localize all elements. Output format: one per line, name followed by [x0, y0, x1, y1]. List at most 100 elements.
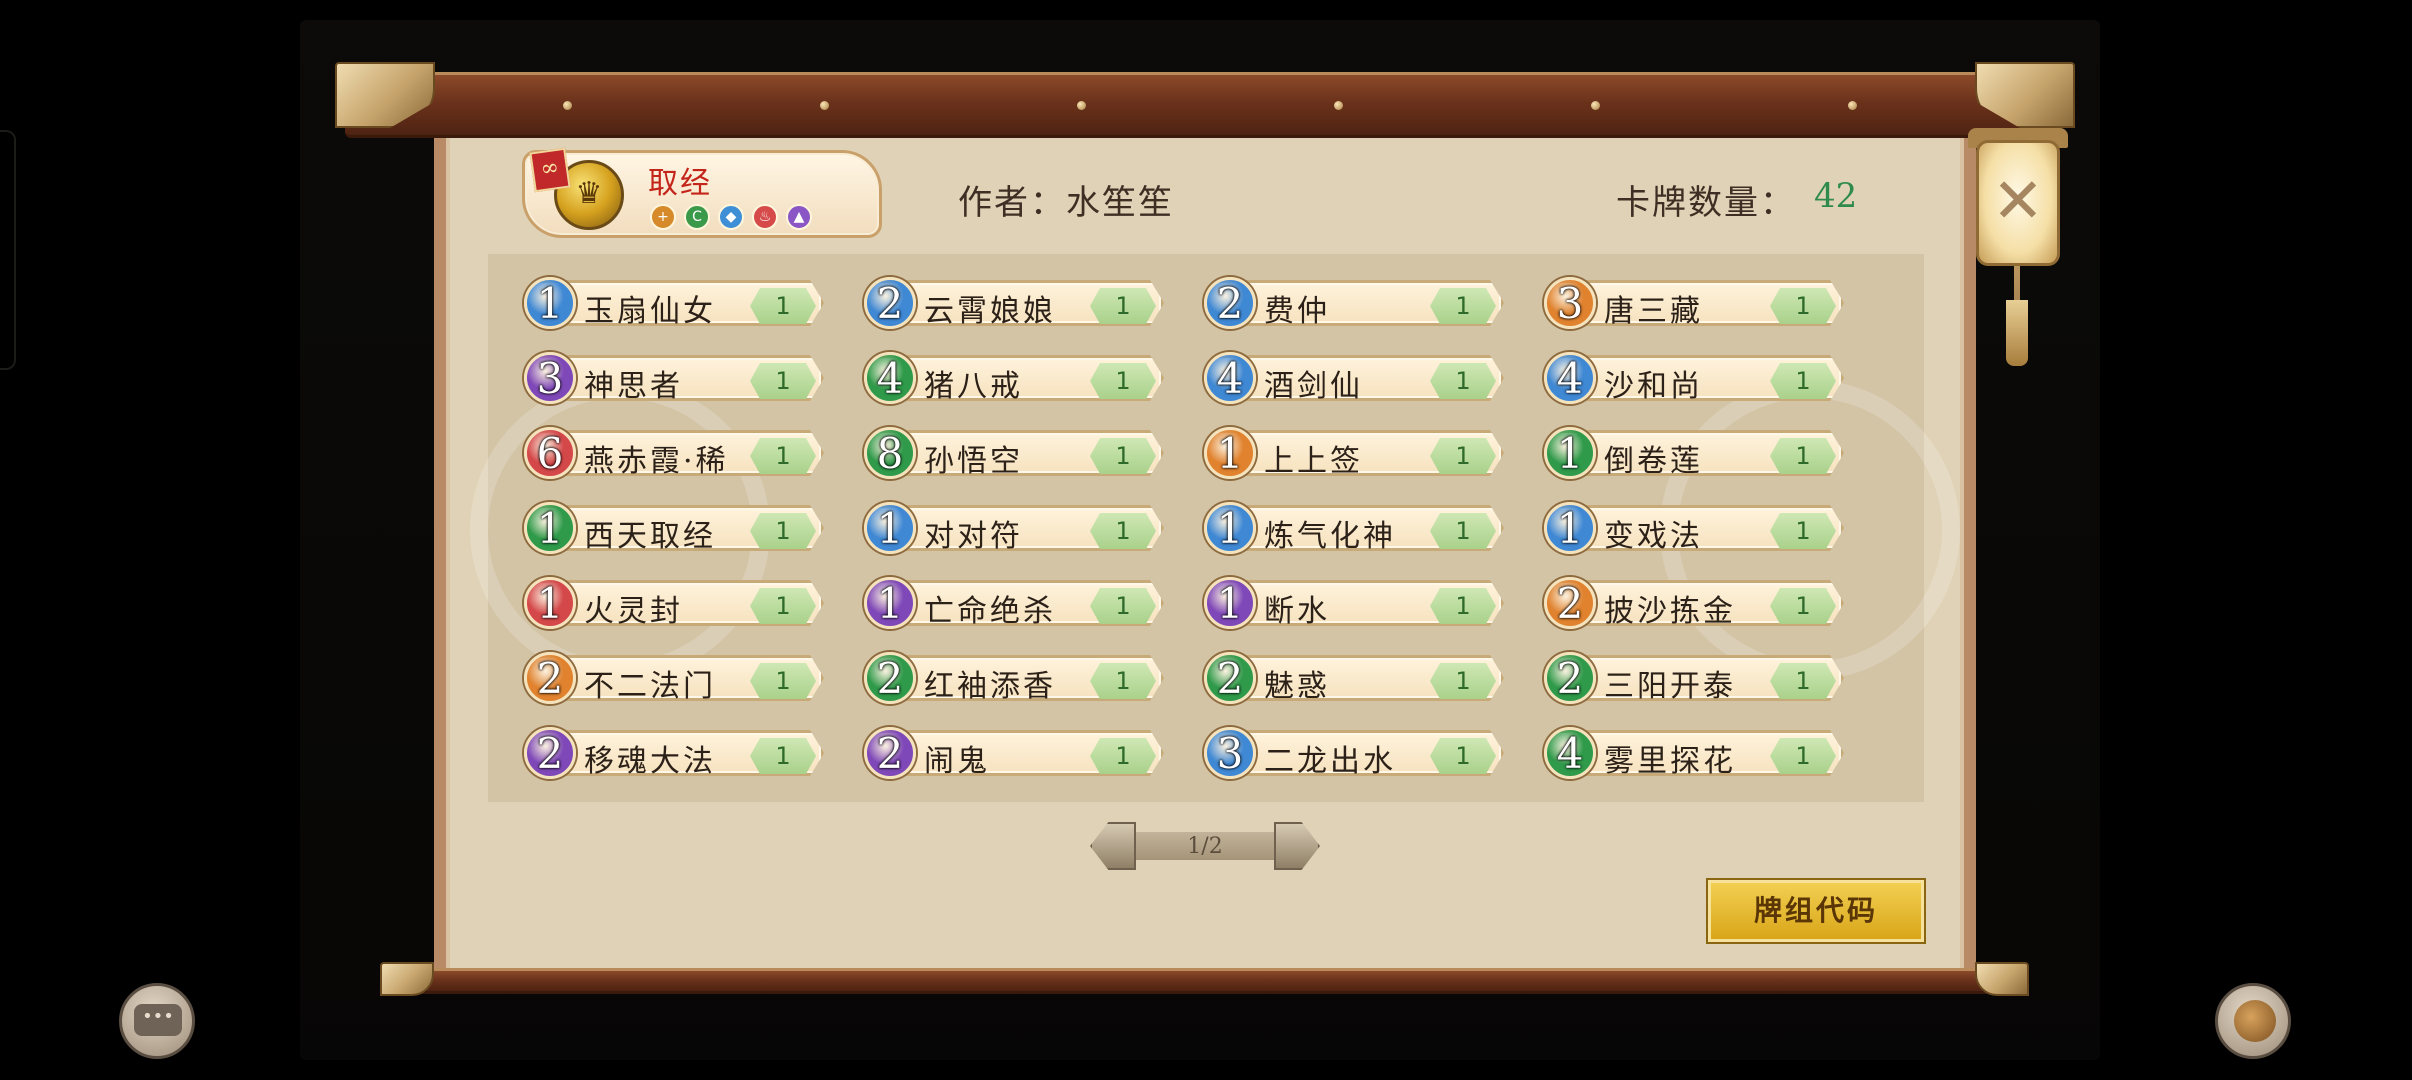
card-cost-badge: 4 — [1544, 352, 1596, 404]
scroll-bottom-rod — [385, 968, 2005, 994]
emote-button[interactable] — [2215, 983, 2291, 1059]
card-name: 对对符 — [924, 519, 1023, 554]
card-cost-badge: 8 — [864, 427, 916, 479]
card-name: 断水 — [1264, 594, 1330, 629]
card-entry[interactable]: 2 魅惑 1 — [1190, 652, 1504, 704]
chat-button[interactable]: ••• — [119, 983, 195, 1059]
card-entry[interactable]: 4 雾里探花 1 — [1530, 727, 1844, 779]
card-quantity: 1 — [1090, 513, 1156, 549]
chat-bubble-icon: ••• — [134, 1004, 182, 1036]
card-name: 西天取经 — [584, 519, 716, 554]
card-cost-badge: 1 — [864, 502, 916, 554]
card-quantity: 1 — [1090, 438, 1156, 474]
rod-rivet — [563, 101, 572, 110]
card-cost-badge: 2 — [1544, 577, 1596, 629]
deck-code-button[interactable]: 牌组代码 — [1708, 880, 1924, 942]
card-cost-badge: 4 — [1204, 352, 1256, 404]
card-entry[interactable]: 2 三阳开泰 1 — [1530, 652, 1844, 704]
card-entry[interactable]: 3 唐三藏 1 — [1530, 277, 1844, 329]
card-entry[interactable]: 2 不二法门 1 — [510, 652, 824, 704]
card-quantity: 1 — [1770, 288, 1836, 324]
card-quantity: 1 — [750, 663, 816, 699]
card-entry[interactable]: 1 断水 1 — [1190, 577, 1504, 629]
card-quantity: 1 — [1090, 288, 1156, 324]
card-entry[interactable]: 1 西天取经 1 — [510, 502, 824, 554]
card-quantity: 1 — [1430, 438, 1496, 474]
card-quantity: 1 — [1090, 588, 1156, 624]
card-name: 三阳开泰 — [1604, 669, 1736, 704]
card-cost-badge: 3 — [1204, 727, 1256, 779]
card-cost-badge: 1 — [524, 502, 576, 554]
card-name: 移魂大法 — [584, 744, 716, 779]
card-entry[interactable]: 8 孙悟空 1 — [850, 427, 1164, 479]
card-quantity: 1 — [1430, 588, 1496, 624]
card-name: 雾里探花 — [1604, 744, 1736, 779]
card-entry[interactable]: 1 亡命绝杀 1 — [850, 577, 1164, 629]
card-quantity: 1 — [750, 513, 816, 549]
scroll-top-rod — [345, 72, 2045, 138]
card-name: 闹鬼 — [924, 744, 990, 779]
card-entry[interactable]: 2 费仲 1 — [1190, 277, 1504, 329]
card-quantity: 1 — [1430, 513, 1496, 549]
card-entry[interactable]: 2 红袖添香 1 — [850, 652, 1164, 704]
card-name: 红袖添香 — [924, 669, 1056, 704]
rod-rivet — [820, 101, 829, 110]
card-name: 火灵封 — [584, 594, 683, 629]
card-name: 云霄娘娘 — [924, 294, 1056, 329]
card-quantity: 1 — [1430, 288, 1496, 324]
card-name: 变戏法 — [1604, 519, 1703, 554]
card-entry[interactable]: 2 移魂大法 1 — [510, 727, 824, 779]
card-entry[interactable]: 1 火灵封 1 — [510, 577, 824, 629]
background-side-tab — [0, 130, 16, 370]
card-cost-badge: 3 — [1544, 277, 1596, 329]
card-entry[interactable]: 4 沙和尚 1 — [1530, 352, 1844, 404]
card-entry[interactable]: 4 酒剑仙 1 — [1190, 352, 1504, 404]
deck-author: 作者：水笙笙 — [958, 183, 1174, 223]
card-quantity: 1 — [1770, 363, 1836, 399]
card-entry[interactable]: 2 闹鬼 1 — [850, 727, 1164, 779]
card-cost-badge: 2 — [864, 727, 916, 779]
card-entry[interactable]: 4 猪八戒 1 — [850, 352, 1164, 404]
card-cost-badge: 3 — [524, 352, 576, 404]
card-entry[interactable]: 1 变戏法 1 — [1530, 502, 1844, 554]
card-name: 沙和尚 — [1604, 369, 1703, 404]
fire-element-icon: ♨ — [752, 204, 778, 230]
card-entry[interactable]: 1 上上签 1 — [1190, 427, 1504, 479]
deck-elements: + C ◆ ♨ ▲ — [650, 204, 812, 230]
card-quantity: 1 — [750, 363, 816, 399]
card-count-value: 42 — [1814, 176, 1858, 216]
card-entry[interactable]: 1 炼气化神 1 — [1190, 502, 1504, 554]
card-cost-badge: 2 — [1204, 652, 1256, 704]
card-cost-badge: 2 — [1544, 652, 1596, 704]
page-indicator: 1/2 — [1187, 834, 1223, 859]
card-cost-badge: 4 — [864, 352, 916, 404]
card-cost-badge: 1 — [1204, 502, 1256, 554]
pagination: 1/2 — [1090, 822, 1320, 870]
close-icon[interactable]: ✕ — [1976, 166, 2060, 236]
card-cost-badge: 1 — [1204, 427, 1256, 479]
card-name: 不二法门 — [584, 669, 716, 704]
card-entry[interactable]: 1 玉扇仙女 1 — [510, 277, 824, 329]
card-quantity: 1 — [1430, 363, 1496, 399]
card-entry[interactable]: 2 披沙拣金 1 — [1530, 577, 1844, 629]
card-name: 亡命绝杀 — [924, 594, 1056, 629]
card-count-label: 卡牌数量： — [1616, 183, 1796, 223]
card-entry[interactable]: 3 二龙出水 1 — [1190, 727, 1504, 779]
card-entry[interactable]: 1 倒卷莲 1 — [1530, 427, 1844, 479]
card-cost-badge: 1 — [864, 577, 916, 629]
food-icon — [2234, 1000, 2276, 1042]
card-quantity: 1 — [1770, 513, 1836, 549]
card-quantity: 1 — [1430, 663, 1496, 699]
card-entry[interactable]: 2 云霄娘娘 1 — [850, 277, 1164, 329]
water-element-icon: ◆ — [718, 204, 744, 230]
card-name: 酒剑仙 — [1264, 369, 1363, 404]
card-quantity: 1 — [1770, 663, 1836, 699]
lantern-tassel — [2006, 300, 2028, 366]
card-name: 玉扇仙女 — [584, 294, 716, 329]
card-entry[interactable]: 6 燕赤霞·稀 1 — [510, 427, 824, 479]
link-icon: ∞ — [529, 147, 571, 193]
card-quantity: 1 — [1770, 438, 1836, 474]
scroll-cap-bottom-right — [1975, 962, 2029, 996]
card-entry[interactable]: 1 对对符 1 — [850, 502, 1164, 554]
card-entry[interactable]: 3 神思者 1 — [510, 352, 824, 404]
